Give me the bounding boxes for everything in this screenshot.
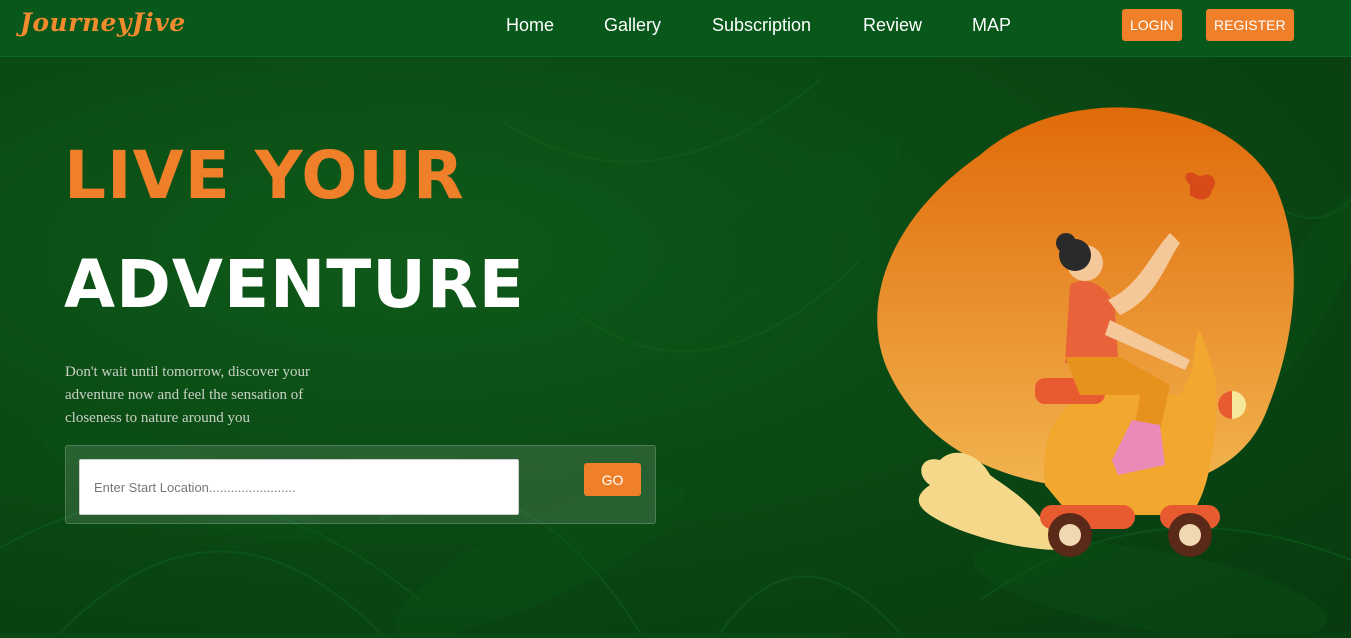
top-navbar: JourneyJive Home Gallery Subscription Re… [0,0,1351,57]
hero-subtitle: Don't wait until tomorrow, discover your… [65,364,311,426]
nav-review[interactable]: Review [863,15,922,36]
nav-home[interactable]: Home [506,15,554,36]
start-location-input[interactable] [79,459,519,515]
hero-title-line2: ADVENTURE [64,246,525,323]
woman-riding-scooter-icon [870,95,1300,565]
location-search-box: GO [65,445,656,524]
register-button[interactable]: REGISTER [1206,9,1294,41]
brand-logo[interactable]: JourneyJive [20,8,186,37]
nav-subscription[interactable]: Subscription [712,15,811,36]
nav-map[interactable]: MAP [972,15,1011,36]
hero-title-line1: LIVE YOUR [64,137,465,214]
login-button[interactable]: LOGIN [1122,9,1182,41]
go-button[interactable]: GO [584,463,641,496]
nav-gallery[interactable]: Gallery [604,15,661,36]
